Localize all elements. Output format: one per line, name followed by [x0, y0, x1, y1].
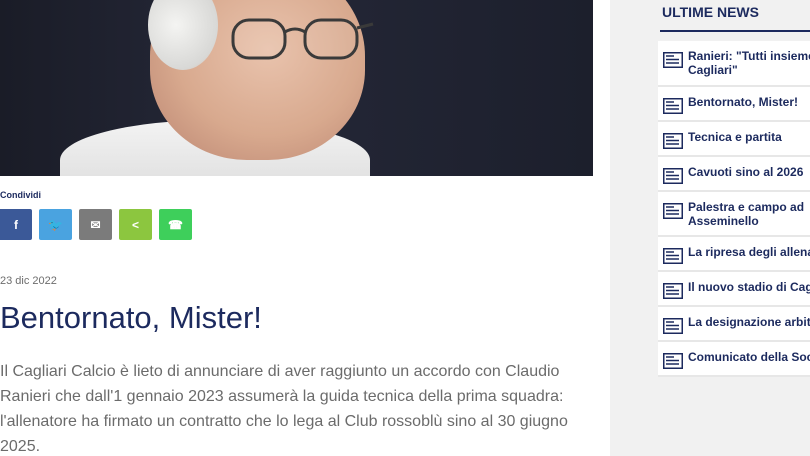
article-icon: [658, 272, 688, 299]
news-item-title[interactable]: Ranieri: "Tutti insieme Cagliari": [688, 41, 810, 77]
article-icon: [658, 192, 688, 219]
news-item-line: Tecnica e partita: [688, 130, 782, 144]
news-list-item[interactable]: Bentornato, Mister!: [658, 87, 810, 122]
twitter-share-button[interactable]: 🐦: [39, 209, 72, 240]
news-item-line: La designazione arbitr: [688, 315, 810, 329]
article-icon: [658, 237, 688, 264]
news-list-item[interactable]: Comunicato della Soc: [658, 342, 810, 377]
news-item-title[interactable]: Bentornato, Mister!: [688, 87, 798, 109]
article-hero-image: [0, 0, 593, 176]
news-item-title[interactable]: La ripresa degli allena: [688, 237, 810, 259]
news-item-title[interactable]: Il nuovo stadio di Cagl: [688, 272, 810, 294]
page-gutter: [610, 0, 652, 456]
article-title: Bentornato, Mister!: [0, 300, 262, 335]
facebook-icon: f: [14, 217, 18, 232]
twitter-icon: 🐦: [48, 217, 63, 232]
news-list-item[interactable]: Ranieri: "Tutti insieme Cagliari": [658, 41, 810, 87]
article-body: Il Cagliari Calcio è lieto di annunciare…: [0, 359, 570, 456]
article-body-line: Ranieri che dall'1 gennaio 2023 assumerà…: [0, 388, 564, 405]
article-icon: [658, 122, 688, 149]
news-item-line: Bentornato, Mister!: [688, 95, 799, 109]
news-list-item[interactable]: Il nuovo stadio di Cagl: [658, 272, 810, 307]
share-label: Condividi: [0, 190, 41, 200]
news-item-line: Ranieri: "Tutti insieme: [688, 49, 810, 63]
whatsapp-share-button[interactable]: ☎: [159, 209, 192, 240]
news-item-line: La ripresa degli allena: [688, 245, 810, 259]
sidebar-title: ULTIME NEWS: [660, 4, 810, 32]
facebook-share-button[interactable]: f: [0, 209, 32, 240]
news-item-line: Palestra e campo ad: [688, 200, 805, 214]
news-item-line: Cagliari": [688, 63, 738, 77]
news-list-item[interactable]: Tecnica e partita: [658, 122, 810, 157]
news-item-title[interactable]: Cavuoti sino al 2026: [688, 157, 803, 179]
news-item-line: Comunicato della Soc: [688, 350, 810, 364]
hero-glasses: [231, 18, 374, 60]
news-item-line: Il nuovo stadio di Cagl: [688, 280, 810, 294]
whatsapp-icon: ☎: [168, 217, 183, 232]
article-body-line: Il Cagliari Calcio è lieto di annunciare…: [0, 363, 560, 380]
news-list-item[interactable]: Cavuoti sino al 2026: [658, 157, 810, 192]
share-buttons: f 🐦 ✉ < ☎: [0, 209, 192, 240]
news-item-line: Asseminello: [688, 214, 759, 228]
article-icon: [658, 157, 688, 184]
news-list: Ranieri: "Tutti insieme Cagliari" Bentorna…: [658, 41, 810, 377]
news-list-item[interactable]: Palestra e campo ad Asseminello: [658, 192, 810, 237]
share-icon: <: [131, 217, 139, 232]
article-body-line: 2025.: [0, 438, 41, 455]
news-item-title[interactable]: La designazione arbitr: [688, 307, 810, 329]
news-sidebar: ULTIME NEWS Ranieri: "Tutti insieme Cagli…: [652, 0, 810, 456]
article-icon: [658, 87, 688, 114]
article-date: 23 dic 2022: [0, 275, 57, 287]
news-item-line: Cavuoti sino al 2026: [688, 165, 804, 179]
share-share-button[interactable]: <: [119, 209, 152, 240]
article-icon: [658, 307, 688, 334]
news-item-title[interactable]: Comunicato della Soc: [688, 342, 810, 364]
article-icon: [658, 41, 688, 68]
article-icon: [658, 342, 688, 369]
news-item-title[interactable]: Tecnica e partita: [688, 122, 782, 144]
news-list-item[interactable]: La ripresa degli allena: [658, 237, 810, 272]
email-icon: ✉: [90, 217, 101, 232]
article-body-line: l'allenatore ha firmato un contratto che…: [0, 413, 568, 430]
news-item-title[interactable]: Palestra e campo ad Asseminello: [688, 192, 804, 228]
news-list-item[interactable]: La designazione arbitr: [658, 307, 810, 342]
email-share-button[interactable]: ✉: [79, 209, 112, 240]
